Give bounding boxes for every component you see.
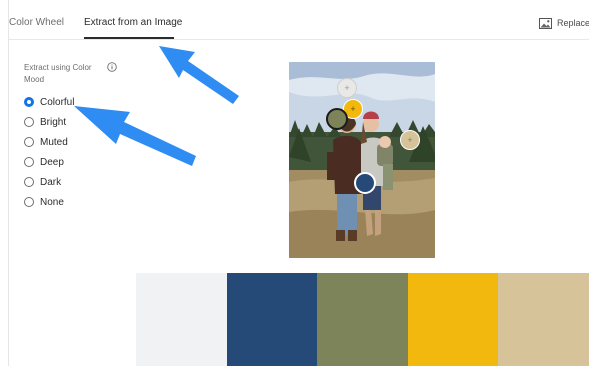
color-picker-handle[interactable]: + — [400, 130, 420, 150]
mood-option-dark[interactable]: Dark — [24, 175, 61, 189]
replace-button[interactable]: Replace — [539, 16, 589, 30]
tab-color-wheel[interactable]: Color Wheel — [9, 17, 64, 28]
mood-option-deep[interactable]: Deep — [24, 155, 64, 169]
mood-option-label: Deep — [40, 156, 64, 168]
radio-button[interactable] — [24, 137, 34, 147]
radio-button[interactable] — [24, 177, 34, 187]
color-picker-handle[interactable]: + — [337, 78, 357, 98]
source-photo[interactable] — [289, 62, 435, 258]
image-icon — [539, 17, 552, 29]
mood-option-none[interactable]: None — [24, 195, 64, 209]
radio-button[interactable] — [24, 97, 34, 107]
mood-option-label: Bright — [40, 116, 67, 128]
palette-swatch[interactable] — [136, 273, 227, 366]
palette-swatch[interactable] — [226, 273, 318, 366]
palette-swatch[interactable] — [317, 273, 408, 366]
mood-option-colorful[interactable]: Colorful — [24, 95, 74, 109]
color-mood-heading: Extract using Color Mood — [24, 63, 92, 84]
palette-swatch[interactable] — [498, 273, 589, 366]
radio-button[interactable] — [24, 117, 34, 127]
picker-plus-icon: + — [350, 103, 356, 114]
radio-button[interactable] — [24, 157, 34, 167]
photo-illustration — [289, 62, 435, 258]
mood-option-muted[interactable]: Muted — [24, 135, 68, 149]
mood-option-bright[interactable]: Bright — [24, 115, 66, 129]
tab-bar: Color Wheel Extract from an Image Replac… — [9, 0, 589, 40]
color-picker-handle[interactable] — [354, 172, 376, 194]
mood-option-label: Muted — [40, 136, 68, 148]
tab-extract-from-image[interactable]: Extract from an Image — [84, 17, 182, 28]
color-picker-handle[interactable] — [326, 108, 348, 130]
palette-swatch[interactable] — [407, 273, 499, 366]
mood-option-label: Colorful — [40, 96, 75, 108]
picker-plus-icon: + — [344, 82, 350, 93]
replace-label: Replace — [557, 18, 589, 28]
active-tab-indicator — [84, 37, 174, 39]
mood-option-label: None — [40, 196, 64, 208]
picker-plus-icon: + — [407, 134, 413, 145]
radio-button[interactable] — [24, 197, 34, 207]
extracted-palette — [136, 273, 589, 366]
mood-option-label: Dark — [40, 176, 62, 188]
info-icon[interactable] — [107, 62, 117, 72]
